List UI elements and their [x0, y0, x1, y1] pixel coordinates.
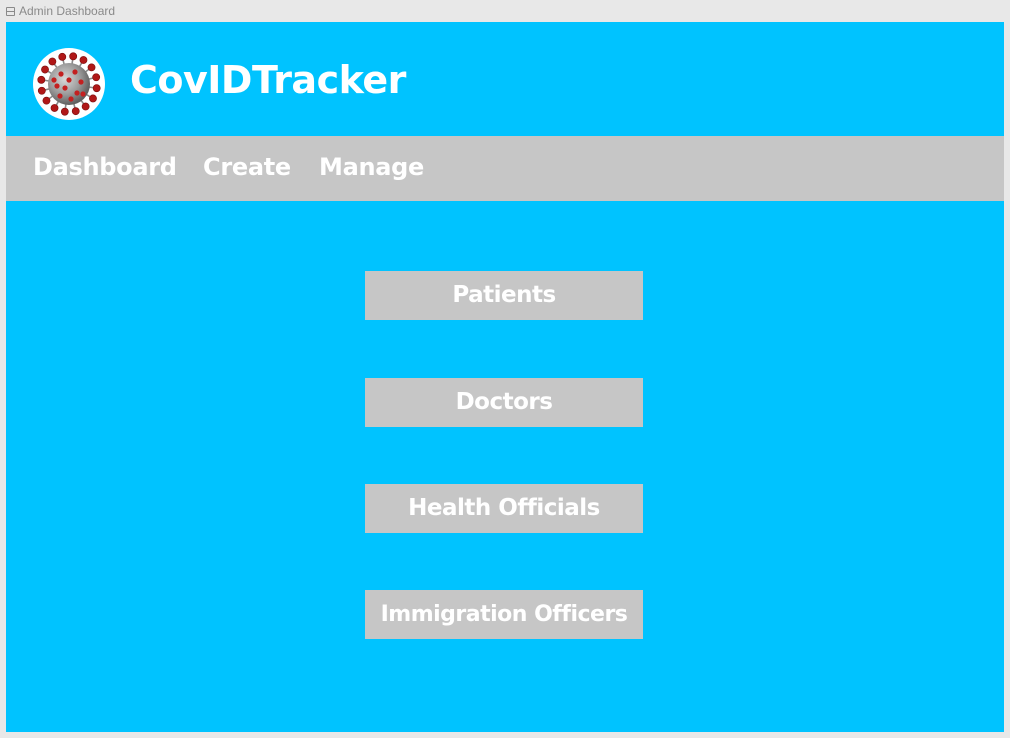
health-officials-button[interactable]: Health Officials — [365, 484, 643, 533]
app-logo — [33, 48, 105, 120]
main-navbar: Dashboard Create Manage — [6, 136, 1004, 201]
nav-item-dashboard[interactable]: Dashboard — [33, 136, 177, 201]
app-header: CovIDTracker — [6, 22, 1004, 136]
admin-dashboard-frame: CovIDTracker Dashboard Create Manage Pat… — [6, 22, 1004, 732]
frame-title: Admin Dashboard — [19, 4, 116, 18]
immigration-officers-button[interactable]: Immigration Officers — [365, 590, 643, 639]
frame-label: Admin Dashboard — [6, 3, 115, 19]
frame-icon — [6, 6, 15, 16]
nav-item-manage[interactable]: Manage — [319, 136, 424, 201]
nav-item-create[interactable]: Create — [203, 136, 291, 201]
patients-button[interactable]: Patients — [365, 271, 643, 320]
virus-icon — [37, 52, 101, 116]
app-title: CovIDTracker — [130, 58, 406, 102]
doctors-button[interactable]: Doctors — [365, 378, 643, 427]
